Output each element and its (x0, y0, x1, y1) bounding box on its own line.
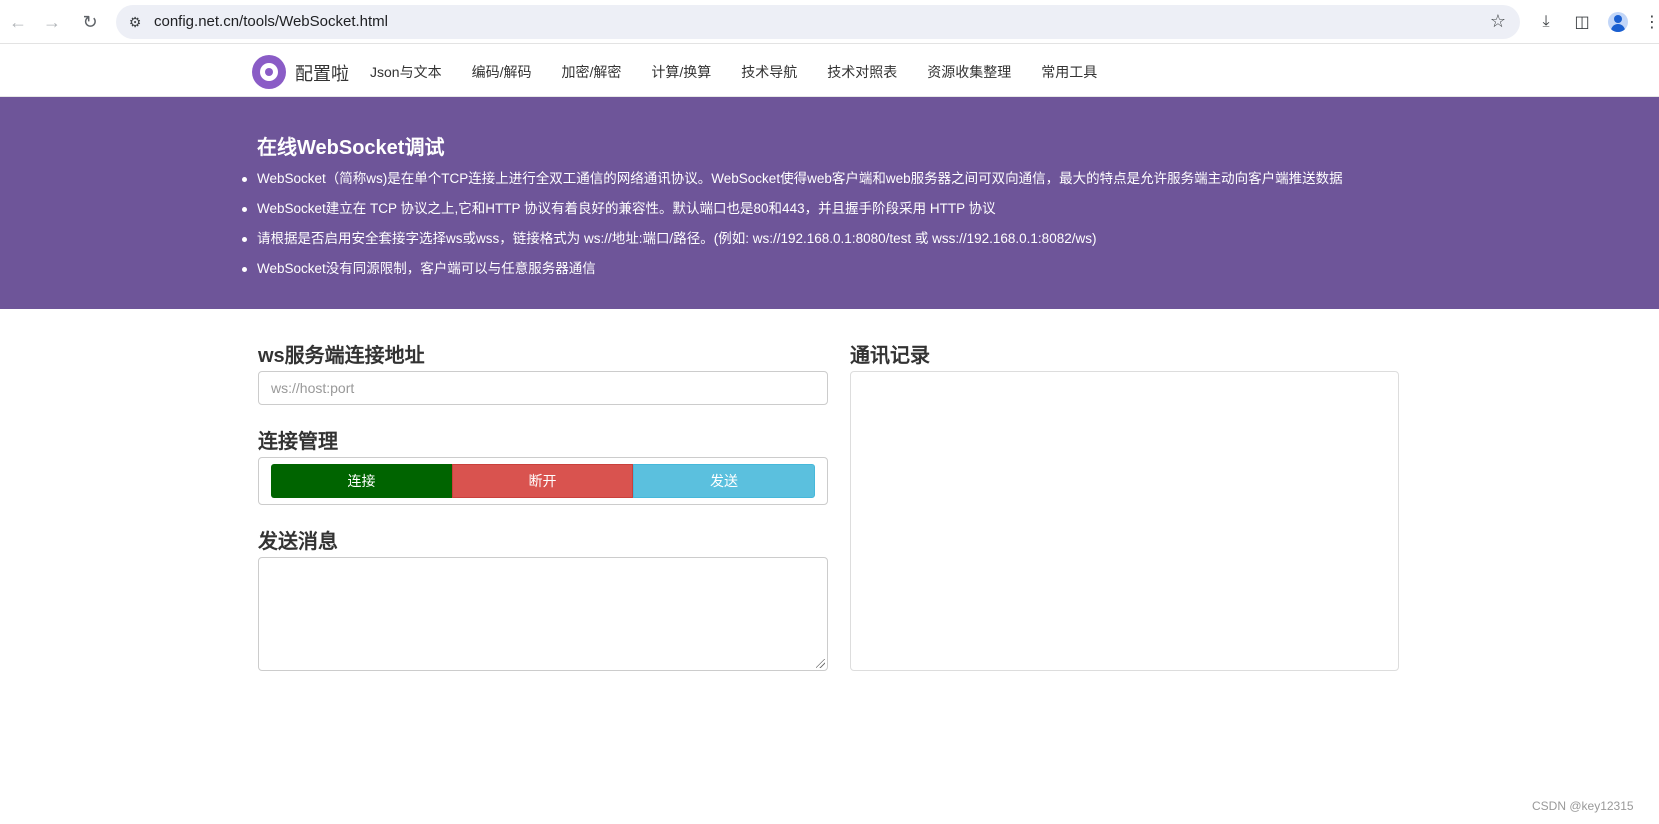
nav-link-resources[interactable]: 资源收集整理 (927, 62, 1011, 82)
list-item: WebSocket没有同源限制，客户端可以与任意服务器通信 (242, 260, 1343, 290)
send-message-heading: 发送消息 (258, 531, 338, 553)
nav-link-tools[interactable]: 常用工具 (1041, 62, 1097, 82)
forward-arrow-icon[interactable]: → (40, 10, 64, 34)
bookmark-star-icon[interactable]: ☆ (1490, 11, 1506, 32)
message-textarea[interactable] (258, 557, 828, 671)
site-navbar: 配置啦 Json与文本 编码/解码 加密/解密 计算/换算 技术导航 技术对照表… (0, 45, 1659, 97)
reload-icon[interactable]: ↻ (78, 10, 102, 34)
profile-icon[interactable] (1606, 10, 1630, 34)
connection-button-group: 连接 断开 发送 (258, 457, 828, 505)
gear-icon (260, 63, 278, 81)
browser-toolbar: ← → ↻ ⚙ config.net.cn/tools/WebSocket.ht… (0, 0, 1659, 44)
nav-link-calc[interactable]: 计算/换算 (651, 62, 711, 82)
menu-dots-icon[interactable]: ⋮ (1640, 10, 1659, 34)
site-logo[interactable] (252, 55, 286, 89)
nav-links: Json与文本 编码/解码 加密/解密 计算/换算 技术导航 技术对照表 资源收… (370, 62, 1127, 82)
page-title: 在线WebSocket调试 (257, 137, 445, 159)
log-heading: 通讯记录 (850, 345, 930, 367)
nav-link-encode[interactable]: 编码/解码 (472, 62, 532, 82)
connection-manage-heading: 连接管理 (258, 431, 338, 453)
hero-banner: 在线WebSocket调试 WebSocket（简称ws)是在单个TCP连接上进… (0, 97, 1659, 309)
download-icon[interactable]: ⤓ (1534, 10, 1558, 34)
list-item: 请根据是否启用安全套接字选择ws或wss，链接格式为 ws://地址:端口/路径… (242, 230, 1343, 260)
watermark: CSDN @key12315 (1532, 799, 1634, 813)
side-panel-icon[interactable]: ◫ (1570, 10, 1594, 34)
nav-link-json[interactable]: Json与文本 (370, 62, 442, 82)
intro-list: WebSocket（简称ws)是在单个TCP连接上进行全双工通信的网络通讯协议。… (242, 170, 1343, 290)
resize-handle-icon[interactable] (816, 659, 825, 668)
nav-link-tech-nav[interactable]: 技术导航 (741, 62, 797, 82)
ws-address-input[interactable] (258, 371, 828, 405)
nav-link-encrypt[interactable]: 加密/解密 (561, 62, 621, 82)
back-arrow-icon[interactable]: ← (6, 10, 30, 34)
list-item: WebSocket建立在 TCP 协议之上,它和HTTP 协议有着良好的兼容性。… (242, 200, 1343, 230)
address-bar[interactable]: ⚙ config.net.cn/tools/WebSocket.html ☆ (116, 5, 1520, 39)
connect-button[interactable]: 连接 (271, 464, 452, 498)
list-item: WebSocket（简称ws)是在单个TCP连接上进行全双工通信的网络通讯协议。… (242, 170, 1343, 200)
disconnect-button[interactable]: 断开 (452, 464, 633, 498)
url-text[interactable]: config.net.cn/tools/WebSocket.html (154, 13, 388, 30)
site-brand[interactable]: 配置啦 (295, 60, 349, 86)
send-button[interactable]: 发送 (633, 464, 815, 498)
ws-address-heading: ws服务端连接地址 (258, 345, 425, 367)
communication-log[interactable] (850, 371, 1399, 671)
nav-link-tech-table[interactable]: 技术对照表 (827, 62, 897, 82)
site-info-icon[interactable]: ⚙ (126, 13, 144, 31)
avatar (1608, 12, 1628, 32)
